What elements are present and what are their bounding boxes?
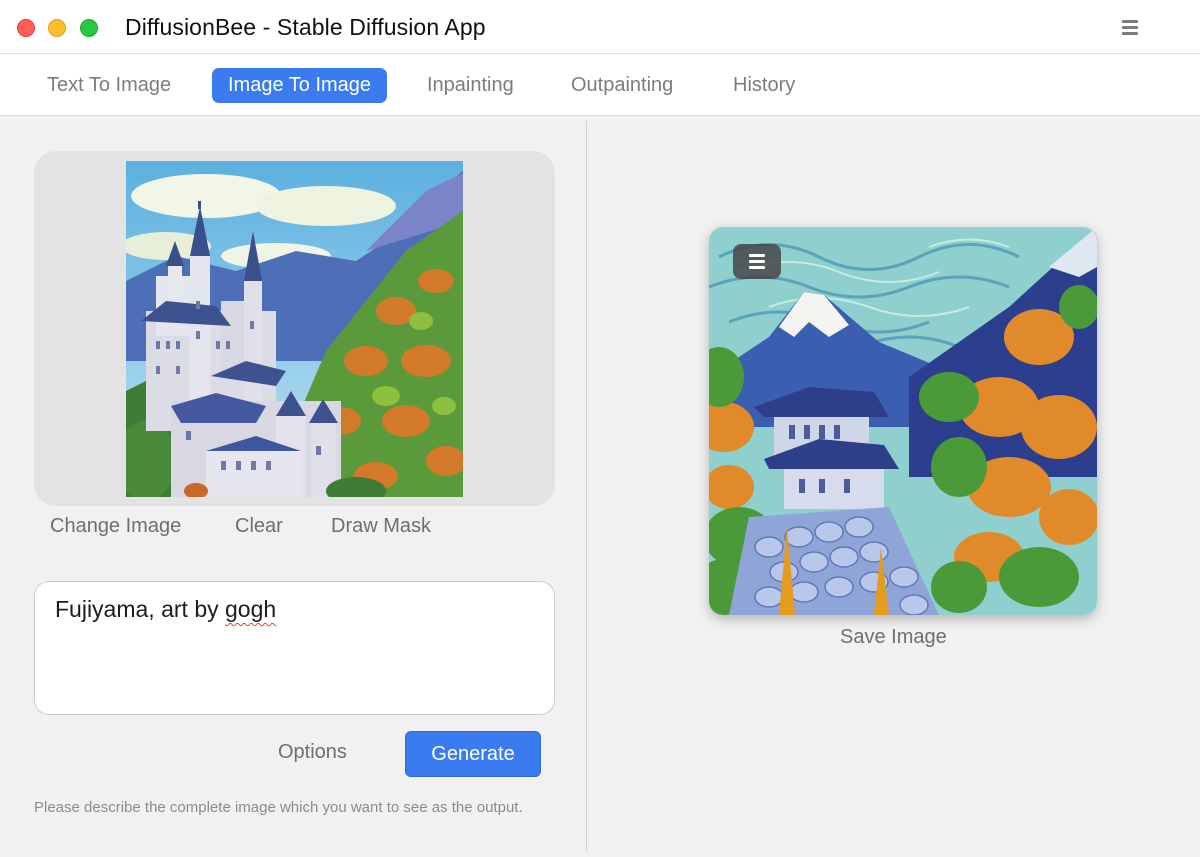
panel-divider bbox=[586, 121, 587, 851]
draw-mask-button[interactable]: Draw Mask bbox=[331, 515, 431, 539]
generate-button[interactable]: Generate bbox=[405, 731, 541, 777]
change-image-button[interactable]: Change Image bbox=[50, 515, 181, 539]
app-window: DiffusionBee - Stable Diffusion App Text… bbox=[0, 0, 1200, 857]
options-button[interactable]: Options bbox=[278, 741, 347, 764]
tab-text-to-image[interactable]: Text To Image bbox=[31, 68, 187, 103]
hamburger-icon[interactable] bbox=[1120, 18, 1140, 36]
tab-outpainting[interactable]: Outpainting bbox=[555, 68, 689, 103]
output-menu-button[interactable] bbox=[733, 244, 781, 279]
zoom-window-button[interactable] bbox=[80, 19, 98, 37]
tab-image-to-image[interactable]: Image To Image bbox=[212, 68, 388, 103]
prompt-misspelled-word: gogh bbox=[225, 596, 277, 622]
close-window-button[interactable] bbox=[17, 19, 35, 37]
tab-bar: Text To Image Image To Image Inpainting … bbox=[0, 54, 1200, 116]
input-image bbox=[126, 161, 463, 497]
clear-button[interactable]: Clear bbox=[235, 515, 283, 539]
minimize-window-button[interactable] bbox=[48, 19, 66, 37]
output-image bbox=[709, 227, 1097, 615]
prompt-input[interactable]: Fujiyama, art by gogh bbox=[34, 581, 555, 715]
title-bar: DiffusionBee - Stable Diffusion App bbox=[0, 0, 1200, 54]
tab-inpainting[interactable]: Inpainting bbox=[411, 68, 530, 103]
prompt-text: Fujiyama, art by bbox=[55, 596, 225, 622]
window-title: DiffusionBee - Stable Diffusion App bbox=[125, 14, 486, 40]
tab-history[interactable]: History bbox=[717, 68, 811, 103]
prompt-hint: Please describe the complete image which… bbox=[34, 799, 523, 816]
save-image-button[interactable]: Save Image bbox=[840, 626, 947, 649]
